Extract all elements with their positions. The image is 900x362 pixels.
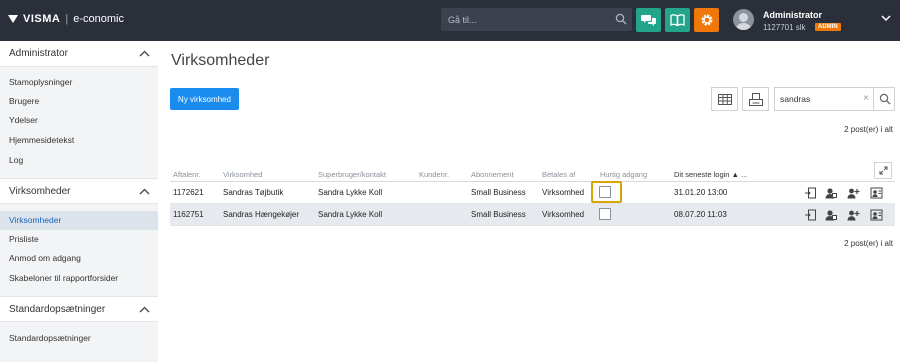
quick-access-checkbox[interactable] (599, 208, 611, 220)
login-icon[interactable] (803, 186, 817, 200)
clear-icon[interactable]: × (863, 93, 869, 104)
cell-login: 31.01.20 13:00 (674, 188, 728, 197)
filter-search: × (774, 87, 895, 111)
section-title: Standardopsætninger (9, 304, 106, 315)
cell-kontakt: Sandra Lykke Koll (318, 210, 383, 219)
cell-virksomhed[interactable]: Sandras Hængekøjer (223, 210, 299, 219)
cell-betales-af: Virksomhed (542, 210, 585, 219)
sidebar-item-hjemmesidetekst[interactable]: Hjemmesidetekst (0, 131, 158, 150)
col-hurtig-adgang[interactable]: Hurtig adgang (600, 170, 647, 179)
col-seneste-login-label: Dit seneste login (674, 170, 730, 179)
chat-button[interactable] (636, 8, 661, 32)
admin-badge: ADMIN (815, 23, 841, 31)
chevron-up-icon[interactable] (139, 305, 150, 315)
filter-search-button[interactable] (873, 88, 895, 110)
new-company-button[interactable]: Ny virksomhed (170, 88, 239, 110)
col-seneste-login[interactable]: Dit seneste login ▲ (674, 170, 739, 179)
record-count-bottom: 2 post(er) i alt (844, 239, 893, 248)
add-user-icon[interactable] (846, 186, 860, 200)
logo-separator: | (65, 13, 69, 25)
col-kundenr[interactable]: Kundenr. (419, 170, 449, 179)
settings-button[interactable] (694, 8, 719, 32)
logo-app: e-conomic (73, 13, 124, 25)
chevron-up-icon[interactable] (139, 187, 150, 197)
col-virksomhed[interactable]: Virksomhed (223, 170, 262, 179)
column-settings-button[interactable] (711, 87, 738, 111)
sidebar-item-ydelser[interactable]: Ydelser (0, 111, 158, 130)
table-row[interactable]: 1172621 Sandras Tøjbutik Sandra Lykke Ko… (170, 181, 895, 204)
top-bar: VISMA | e-conomic Administrator 1127701 … (0, 0, 900, 41)
sidebar-section-administrator[interactable]: Administrator (0, 41, 158, 67)
cell-aftalenr: 1172621 (173, 188, 204, 197)
col-superbruger[interactable]: Superbruger/kontakt (318, 170, 386, 179)
cell-virksomhed[interactable]: Sandras Tøjbutik (223, 188, 283, 197)
sidebar-item-brugere[interactable]: Brugere (0, 92, 158, 111)
chevron-up-icon[interactable] (139, 49, 150, 59)
table-row[interactable]: 1162751 Sandras Hængekøjer Sandra Lykke … (170, 204, 895, 226)
user-lock-icon[interactable] (824, 208, 838, 222)
sidebar-section-standardopsaetninger[interactable]: Standardopsætninger (0, 296, 158, 322)
sidebar-item-standardopsaetninger[interactable]: Standardopsætninger (0, 329, 158, 348)
avatar (733, 9, 754, 30)
search-icon[interactable] (615, 13, 627, 27)
cell-betales-af: Virksomhed (542, 188, 585, 197)
global-search (441, 8, 632, 31)
main-content: Virksomheder Ny virksomhed × 2 post(er) … (158, 41, 900, 362)
expand-icon (879, 166, 887, 175)
table-icon (717, 93, 732, 105)
col-aftalenr[interactable]: Aftalenr. (173, 170, 201, 179)
section-title: Administrator (9, 48, 68, 59)
sidebar-item-virksomheder[interactable]: Virksomheder (0, 211, 158, 230)
gear-icon (701, 14, 712, 26)
cell-kontakt: Sandra Lykke Koll (318, 188, 383, 197)
user-name: Administrator (763, 10, 823, 20)
sidebar-section-virksomheder[interactable]: Virksomheder (0, 178, 158, 204)
user-id: 1127701 slk (763, 23, 806, 32)
book-icon (670, 14, 685, 26)
chat-icon (641, 14, 656, 26)
page-title: Virksomheder (171, 52, 270, 69)
record-count-top: 2 post(er) i alt (844, 125, 893, 134)
sidebar-item-prisliste[interactable]: Prisliste (0, 230, 158, 249)
cell-login: 08.07.20 11:03 (674, 210, 727, 219)
sidebar: Administrator Stamoplysninger Brugere Yd… (0, 41, 158, 362)
search-input[interactable] (441, 8, 609, 31)
col-betales-af[interactable]: Betales af (542, 170, 575, 179)
visma-logo-icon (8, 15, 20, 23)
contact-card-icon[interactable] (869, 186, 883, 200)
print-button[interactable] (742, 87, 769, 111)
sidebar-item-stamoplysninger[interactable]: Stamoplysninger (0, 73, 158, 92)
sidebar-item-anmod-om-adgang[interactable]: Anmod om adgang (0, 249, 158, 268)
sort-asc-icon: ▲ (731, 170, 739, 179)
print-icon (748, 92, 763, 106)
add-user-icon[interactable] (846, 208, 860, 222)
contact-card-icon[interactable] (869, 208, 883, 222)
cell-abonnement: Small Business (471, 210, 526, 219)
cell-abonnement: Small Business (471, 188, 526, 197)
search-icon (879, 93, 890, 105)
help-book-button[interactable] (665, 8, 690, 32)
logo-brand: VISMA (23, 13, 61, 25)
col-more[interactable]: ... (741, 170, 747, 179)
col-abonnement[interactable]: Abonnement (471, 170, 514, 179)
user-lock-icon[interactable] (824, 186, 838, 200)
sidebar-item-skabeloner[interactable]: Skabeloner til rapportforsider (0, 269, 158, 288)
section-title: Virksomheder (9, 186, 71, 197)
login-icon[interactable] (803, 208, 817, 222)
filter-input[interactable] (775, 88, 860, 110)
logo[interactable]: VISMA | e-conomic (8, 13, 124, 25)
quick-access-checkbox[interactable] (599, 186, 611, 198)
cell-aftalenr: 1162751 (173, 210, 204, 219)
table-header: Aftalenr. Virksomhed Superbruger/kontakt… (170, 162, 895, 182)
sidebar-item-log[interactable]: Log (0, 151, 158, 170)
chevron-down-icon[interactable] (881, 14, 891, 24)
expand-button[interactable] (874, 162, 892, 179)
